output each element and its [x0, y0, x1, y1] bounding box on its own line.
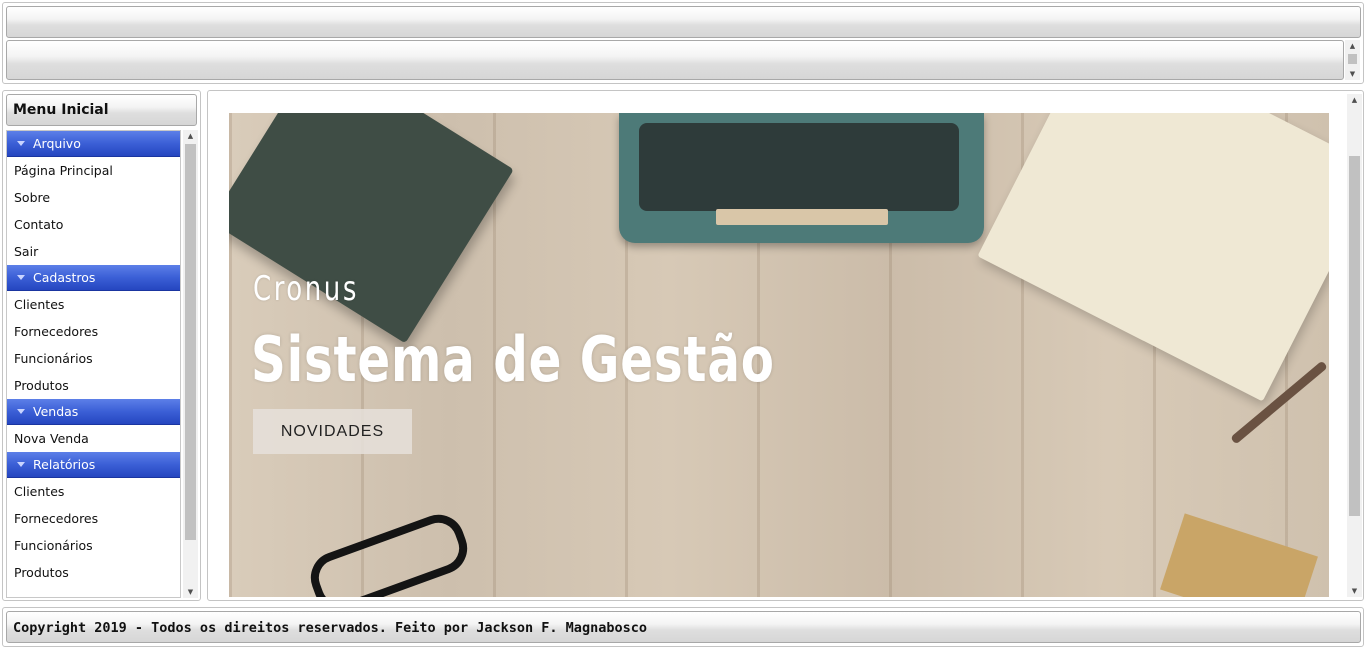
section-label: Relatórios	[33, 457, 96, 472]
menu-item[interactable]: Nova Venda	[7, 425, 180, 452]
section-header-arquivo[interactable]: Arquivo	[7, 131, 180, 157]
triangle-down-icon	[17, 409, 25, 414]
menu-section-arquivo: Arquivo Página Principal Sobre Contato Sair	[7, 131, 180, 265]
north-panel: ▲ ▼	[2, 2, 1364, 84]
typewriter-spacebar	[716, 209, 888, 225]
arrow-down-icon[interactable]: ▼	[183, 586, 198, 598]
scroll-thumb[interactable]	[1348, 54, 1357, 64]
top-toolbar	[6, 6, 1361, 38]
menu-item[interactable]: Produtos	[7, 559, 180, 586]
section-label: Vendas	[33, 404, 79, 419]
banner-title: Sistema de Gestão	[251, 323, 775, 396]
menu-item[interactable]: Contato	[7, 211, 180, 238]
menu-title: Menu Inicial	[6, 94, 197, 126]
menu-item[interactable]: Sobre	[7, 184, 180, 211]
menu-item[interactable]: Sair	[7, 238, 180, 265]
box-image	[1160, 513, 1318, 597]
hero-banner: Cronus Sistema de Gestão NOVIDADES	[229, 113, 1329, 597]
menu-scrollbar[interactable]: ▲ ▼	[183, 130, 198, 598]
north-scrollbar[interactable]: ▲ ▼	[1345, 40, 1360, 80]
arrow-up-icon[interactable]: ▲	[183, 130, 198, 142]
section-header-relatórios[interactable]: Relatórios	[7, 452, 180, 478]
typewriter-keys	[639, 123, 959, 211]
news-button[interactable]: NOVIDADES	[253, 409, 412, 454]
menu-section-vendas: Vendas Nova Venda	[7, 399, 180, 452]
arrow-up-icon[interactable]: ▲	[1345, 40, 1360, 52]
center-panel: Cronus Sistema de Gestão NOVIDADES ▲ ▼	[207, 90, 1364, 601]
west-menu-panel: Menu Inicial Arquivo Página Principal Sobr…	[2, 90, 201, 601]
triangle-down-icon	[17, 275, 25, 280]
menu-item[interactable]: Clientes	[7, 478, 180, 505]
section-header-vendas[interactable]: Vendas	[7, 399, 180, 425]
menu-accordion: Arquivo Página Principal Sobre Contato Sair C…	[6, 130, 181, 598]
arrow-down-icon[interactable]: ▼	[1345, 68, 1360, 80]
center-scrollbar[interactable]: ▲ ▼	[1347, 94, 1362, 597]
arrow-up-icon[interactable]: ▲	[1347, 94, 1362, 106]
scroll-thumb[interactable]	[1349, 156, 1360, 516]
arrow-down-icon[interactable]: ▼	[1347, 585, 1362, 597]
section-label: Arquivo	[33, 136, 81, 151]
scroll-thumb[interactable]	[185, 144, 196, 540]
menu-item[interactable]: Fornecedores	[7, 318, 180, 345]
menu-item[interactable]: Funcionários	[7, 345, 180, 372]
triangle-down-icon	[17, 141, 25, 146]
triangle-down-icon	[17, 462, 25, 467]
menu-item[interactable]: Produtos	[7, 372, 180, 399]
menu-item[interactable]: Fornecedores	[7, 505, 180, 532]
banner-subtitle: Cronus	[253, 269, 359, 309]
menu-item[interactable]: Página Principal	[7, 157, 180, 184]
notebook-image	[977, 113, 1329, 402]
section-label: Cadastros	[33, 270, 96, 285]
secondary-toolbar	[6, 40, 1344, 80]
menu-section-relatórios: Relatórios Clientes Fornecedores Funcionári…	[7, 452, 180, 586]
menu-item[interactable]: Funcionários	[7, 532, 180, 559]
footer-text: Copyright 2019 - Todos os direitos reser…	[6, 611, 1361, 643]
section-header-cadastros[interactable]: Cadastros	[7, 265, 180, 291]
menu-section-cadastros: Cadastros Clientes Fornecedores Funcionário…	[7, 265, 180, 399]
footer-panel: Copyright 2019 - Todos os direitos reser…	[2, 607, 1364, 647]
glasses-image	[303, 507, 475, 597]
typewriter-image	[619, 113, 984, 243]
menu-item[interactable]: Clientes	[7, 291, 180, 318]
